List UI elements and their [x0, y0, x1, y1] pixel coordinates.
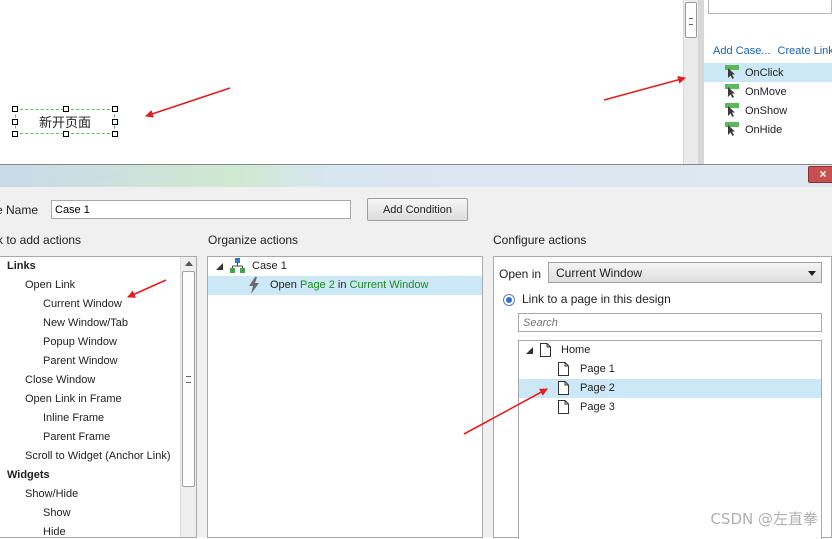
resize-handle-ne[interactable]	[112, 106, 118, 112]
tree-item-open-link[interactable]: Open Link	[25, 279, 75, 291]
add-case-link[interactable]: Add Case...	[713, 45, 770, 57]
interactions-panel: Add Case... Create Link. OnClick OnMove …	[704, 0, 832, 164]
dialog-titlebar[interactable]: ase Editor (OnClick)	[0, 165, 832, 187]
open-in-label: Open in	[499, 267, 542, 281]
resize-handle-nw[interactable]	[12, 106, 18, 112]
page-icon	[540, 343, 551, 357]
action-description: Open Page 2 in Current Window	[270, 279, 428, 291]
link-to-page-radio[interactable]	[503, 294, 515, 306]
event-label: OnMove	[745, 85, 787, 98]
cursor-event-icon	[725, 84, 739, 98]
collapse-triangle-icon[interactable]	[526, 347, 533, 354]
event-label: OnShow	[745, 104, 788, 117]
resize-handle-w[interactable]	[12, 119, 18, 125]
resize-handle-sw[interactable]	[12, 131, 18, 137]
page-search-input[interactable]	[518, 313, 822, 332]
tree-item-current-window[interactable]: Current Window	[43, 298, 122, 310]
configure-header: Configure actions	[493, 233, 587, 247]
create-link-link[interactable]: Create Link.	[778, 45, 832, 57]
tree-item-close-window[interactable]: Close Window	[25, 374, 95, 386]
event-onclick[interactable]: OnClick	[704, 63, 832, 82]
interaction-links: Add Case... Create Link.	[713, 45, 832, 57]
close-button[interactable]: ×	[808, 166, 832, 183]
organize-actions-tree: Case 1 Open Page 2 in Current Window	[207, 256, 483, 538]
tree-category-widgets[interactable]: Widgets	[7, 469, 50, 481]
event-onshow[interactable]: OnShow	[704, 101, 832, 120]
interactions-header-box	[708, 0, 832, 14]
configure-actions-panel: Open in Current Window Link to a page in…	[493, 256, 832, 539]
tree-category-links[interactable]: Links	[7, 260, 36, 272]
scroll-up-icon[interactable]	[185, 261, 193, 266]
page-label: Page 2	[580, 382, 615, 394]
page-icon	[558, 362, 569, 376]
actions-scrollbar[interactable]	[180, 257, 196, 537]
actions-tree: Links Open Link Current Window New Windo…	[0, 256, 197, 538]
widget-label: 新开页面	[38, 115, 91, 130]
tree-item-open-link-in-frame[interactable]: Open Link in Frame	[25, 393, 122, 405]
page-label: Page 1	[580, 363, 615, 375]
cursor-event-icon	[725, 122, 739, 136]
tree-item-hide[interactable]: Hide	[43, 526, 66, 538]
tree-item-parent-window[interactable]: Parent Window	[43, 355, 118, 367]
scrollbar-thumb[interactable]	[182, 271, 195, 487]
selected-button-widget[interactable]: 新开页面	[12, 106, 118, 137]
page-row-page-2[interactable]: Page 2	[519, 379, 821, 398]
action-target: Page 2	[299, 279, 335, 291]
action-verb: Open	[270, 279, 297, 291]
add-condition-button[interactable]: Add Condition	[367, 198, 468, 221]
close-icon: ×	[819, 167, 827, 181]
case-row[interactable]: Case 1	[208, 257, 482, 276]
tree-item-popup-window[interactable]: Popup Window	[43, 336, 117, 348]
case-editor-dialog: ase Editor (OnClick) × e Name Add Condit…	[0, 164, 832, 539]
resize-handle-e[interactable]	[112, 119, 118, 125]
page-label: Home	[561, 344, 591, 356]
event-label: OnHide	[745, 123, 783, 136]
tree-item-scroll-to-widget[interactable]: Scroll to Widget (Anchor Link)	[25, 450, 171, 462]
scrollbar-thumb[interactable]	[685, 2, 697, 38]
tree-item-show[interactable]: Show	[43, 507, 71, 519]
resize-handle-s[interactable]	[63, 131, 69, 137]
organize-header: Organize actions	[208, 233, 299, 247]
lightning-icon	[249, 277, 259, 294]
case-label: Case 1	[252, 260, 287, 272]
open-in-value: Current Window	[556, 265, 643, 280]
page-label: Page 3	[580, 401, 615, 413]
design-canvas[interactable]: 新开页面	[0, 0, 683, 164]
canvas-vertical-scrollbar[interactable]	[683, 0, 698, 164]
case-tree-icon	[230, 258, 245, 273]
resize-handle-se[interactable]	[112, 131, 118, 137]
case-name-label: e Name	[0, 203, 39, 217]
resize-handle-n[interactable]	[63, 106, 69, 112]
cursor-event-icon	[725, 103, 739, 117]
cursor-event-icon	[725, 65, 739, 79]
page-icon	[558, 381, 569, 395]
event-label: OnClick	[745, 66, 784, 79]
collapse-triangle-icon[interactable]	[216, 263, 223, 270]
page-row-page-3[interactable]: Page 3	[519, 398, 821, 417]
dropdown-arrow-icon	[808, 271, 816, 276]
case-name-input[interactable]	[51, 200, 351, 219]
action-row[interactable]: Open Page 2 in Current Window	[208, 276, 482, 295]
page-row-home[interactable]: Home	[519, 341, 821, 360]
action-where: Current Window	[349, 279, 429, 291]
tree-item-inline-frame[interactable]: Inline Frame	[43, 412, 104, 424]
page-icon	[558, 400, 569, 414]
action-preposition: in	[337, 279, 347, 291]
tree-item-show-hide[interactable]: Show/Hide	[25, 488, 78, 500]
event-onhide[interactable]: OnHide	[704, 120, 832, 139]
tree-item-new-window-tab[interactable]: New Window/Tab	[43, 317, 128, 329]
watermark: CSDN @左直拳	[710, 510, 818, 528]
page-row-page-1[interactable]: Page 1	[519, 360, 821, 379]
tree-item-parent-frame[interactable]: Parent Frame	[43, 431, 110, 443]
link-to-page-label[interactable]: Link to a page in this design	[522, 292, 671, 306]
dialog-title: ase Editor (OnClick)	[0, 170, 127, 181]
event-onmove[interactable]: OnMove	[704, 82, 832, 101]
actions-header: k to add actions	[0, 233, 82, 247]
open-in-select[interactable]: Current Window	[548, 262, 822, 283]
